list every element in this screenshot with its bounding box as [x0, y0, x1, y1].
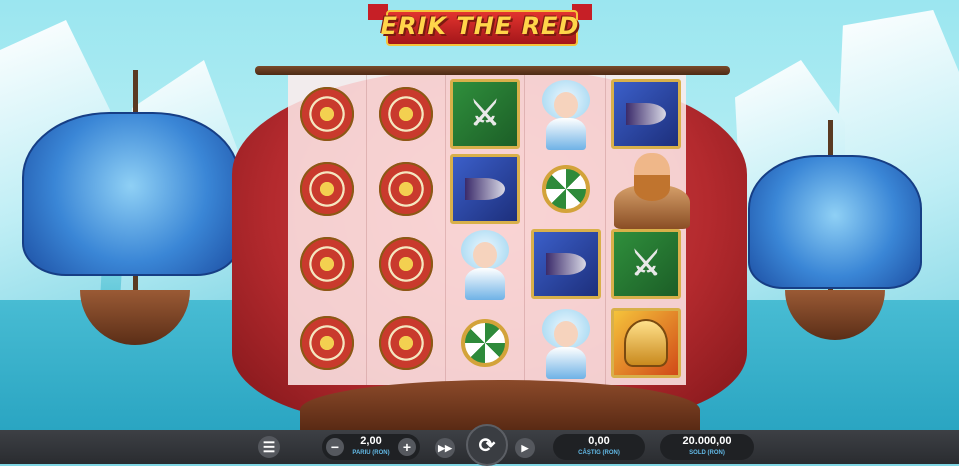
right-ship [730, 110, 959, 370]
reel-cell [610, 78, 682, 150]
turbo-button[interactable]: ▶▶ [435, 438, 455, 458]
autoplay-button[interactable]: ▶ [515, 438, 535, 458]
reel-cell: ⚔ [610, 228, 682, 300]
win-panel: 0,00 CÂȘTIG (RON) [553, 434, 645, 460]
reel-cell [291, 228, 363, 300]
horn-icon [531, 229, 601, 299]
reel-cell [370, 78, 442, 150]
ice-maiden-icon [532, 78, 600, 150]
reel-cell: ⚔ [449, 78, 521, 150]
fast-forward-icon: ▶▶ [438, 442, 452, 453]
left-ship [0, 60, 260, 370]
reel-cell [610, 307, 682, 379]
game-logo: ERIK THE RED [368, 4, 592, 46]
horn-icon [450, 154, 520, 224]
sail-yard [255, 66, 730, 75]
play-icon: ▶ [521, 442, 529, 453]
reel-cell [530, 228, 602, 300]
reel-cell [530, 307, 602, 379]
menu-icon: ☰ [262, 438, 276, 455]
reel-cell [449, 307, 521, 379]
reel-cell [370, 307, 442, 379]
red-shield-icon [379, 316, 433, 370]
balance-panel: 20.000,00 SOLD (RON) [660, 434, 754, 460]
erik-character-icon [610, 149, 690, 229]
logo-text: ERIK THE RED [380, 12, 580, 40]
reel-cell [610, 153, 690, 229]
red-shield-icon [379, 237, 433, 291]
red-shield-icon [300, 316, 354, 370]
reel-grid: ⚔ ⚔ [288, 75, 690, 385]
reel-cell [370, 228, 442, 300]
red-shield-icon [300, 162, 354, 216]
spin-button[interactable]: ⟳ [466, 424, 508, 466]
game-scene: ERIK THE RED ⚔ ⚔ [0, 0, 959, 430]
axe-icon: ⚔ [611, 229, 681, 299]
balance-value: 20.000,00 [682, 435, 732, 447]
reel-cell [370, 153, 442, 225]
axe-icon: ⚔ [450, 79, 520, 149]
reel-cell [291, 307, 363, 379]
reel-cell [530, 153, 602, 225]
win-label: CÂȘTIG (RON) [578, 450, 620, 456]
horn-icon [611, 79, 681, 149]
reel-cell [449, 228, 521, 300]
control-bar: ☰ − 2,00 PARIU (RON) + ▶▶ ⟳ ▶ 0,00 CÂȘTI… [0, 424, 959, 466]
reel-cell [291, 78, 363, 150]
win-value: 0,00 [588, 435, 610, 447]
helmet-icon [611, 308, 681, 378]
green-shield-icon [542, 165, 590, 213]
green-shield-icon [461, 319, 509, 367]
red-shield-icon [300, 87, 354, 141]
reel-cell [291, 153, 363, 225]
reel-cell [530, 78, 602, 150]
bet-plus-button[interactable]: + [398, 438, 416, 456]
reel-cell [449, 153, 521, 225]
ice-maiden-icon [451, 228, 519, 300]
red-shield-icon [300, 237, 354, 291]
bet-panel: − 2,00 PARIU (RON) + [322, 434, 420, 460]
red-shield-icon [379, 162, 433, 216]
ice-maiden-icon [532, 307, 600, 379]
balance-label: SOLD (RON) [689, 450, 725, 456]
spin-icon: ⟳ [478, 434, 496, 457]
red-shield-icon [379, 87, 433, 141]
menu-button[interactable]: ☰ [258, 436, 280, 458]
